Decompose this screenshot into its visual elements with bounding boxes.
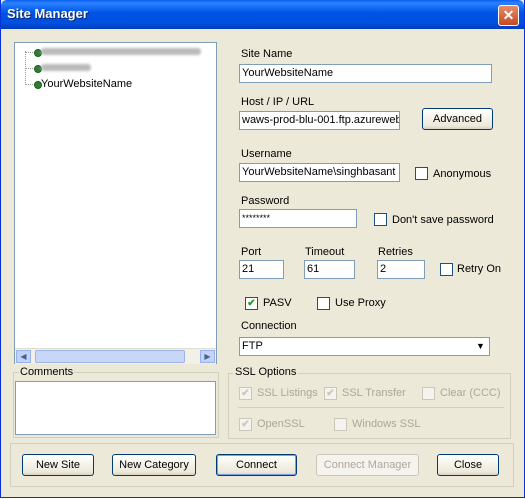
connect-manager-button[interactable]: Connect Manager <box>316 454 419 476</box>
pasv-checkbox[interactable]: ✔ <box>245 297 258 310</box>
site-name-input[interactable]: YourWebsiteName <box>239 64 492 83</box>
connection-select[interactable]: FTP ▼ <box>239 337 490 356</box>
timeout-input[interactable]: 61 <box>304 260 355 279</box>
new-site-button[interactable]: New Site <box>22 454 94 476</box>
scroll-right-button[interactable]: ▶ <box>200 350 215 363</box>
scroll-left-button[interactable]: ◀ <box>16 350 31 363</box>
close-icon: ✕ <box>502 7 515 23</box>
password-input[interactable]: ******** <box>239 209 357 228</box>
comments-label: Comments <box>19 366 75 378</box>
dont-save-password-checkbox[interactable] <box>374 213 387 226</box>
site-icon <box>34 81 42 89</box>
ssl-listings-label: SSL Listings <box>257 387 318 399</box>
checkmark-icon: ✔ <box>326 388 335 399</box>
chevron-down-icon[interactable]: ▼ <box>473 339 488 354</box>
host-input[interactable]: waws-prod-blu-001.ftp.azurewebsites.wind… <box>239 111 400 130</box>
tree-item-site-1[interactable] <box>34 46 201 60</box>
pasv-label: PASV <box>263 297 292 309</box>
retry-on-label: Retry On <box>457 263 502 275</box>
windows-ssl-checkbox[interactable] <box>334 418 347 431</box>
use-proxy-label: Use Proxy <box>335 297 386 309</box>
ssl-listings-checkbox[interactable]: ✔ <box>239 387 252 400</box>
dont-save-password-label: Don't save password <box>392 214 494 226</box>
advanced-button[interactable]: Advanced <box>422 108 493 130</box>
retries-label: Retries <box>378 246 413 258</box>
close-button[interactable]: Close <box>437 454 499 476</box>
ssl-divider <box>238 407 504 408</box>
tree-item-site-2[interactable] <box>34 62 91 76</box>
close-window-button[interactable]: ✕ <box>498 5 519 26</box>
windows-ssl-label: Windows SSL <box>352 418 421 430</box>
chevron-left-icon: ◀ <box>20 352 27 361</box>
connection-value: FTP <box>242 340 263 352</box>
clear-ccc-label: Clear (CCC) <box>440 387 501 399</box>
timeout-label: Timeout <box>305 246 345 258</box>
host-label: Host / IP / URL <box>241 96 315 108</box>
scroll-thumb[interactable] <box>35 350 185 363</box>
redacted-site-name <box>41 48 201 55</box>
openssl-label: OpenSSL <box>257 418 305 430</box>
username-label: Username <box>241 148 292 160</box>
redacted-site-name <box>41 64 91 71</box>
use-proxy-checkbox[interactable] <box>317 297 330 310</box>
checkmark-icon: ✔ <box>241 388 250 399</box>
checkmark-icon: ✔ <box>241 419 250 430</box>
chevron-right-icon: ▶ <box>204 352 211 361</box>
comments-textarea[interactable] <box>15 381 216 435</box>
ssl-transfer-checkbox[interactable]: ✔ <box>324 387 337 400</box>
connection-label: Connection <box>241 320 297 332</box>
anonymous-checkbox[interactable] <box>415 167 428 180</box>
site-manager-window: Site Manager ✕ YourWebsiteName ◀ ▶ Comme… <box>0 0 525 498</box>
ssl-options-label: SSL Options <box>233 366 299 378</box>
checkmark-icon: ✔ <box>247 298 256 309</box>
site-name-label: Site Name <box>241 48 293 60</box>
port-label: Port <box>241 246 262 258</box>
openssl-checkbox[interactable]: ✔ <box>239 418 252 431</box>
new-category-button[interactable]: New Category <box>112 454 196 476</box>
username-input[interactable]: YourWebsiteName\singhbasant <box>239 163 400 182</box>
title-bar[interactable]: Site Manager ✕ <box>1 0 524 29</box>
tree-item-site-3[interactable]: YourWebsiteName <box>34 78 133 92</box>
tree-horizontal-scrollbar[interactable]: ◀ ▶ <box>15 348 216 364</box>
retries-input[interactable]: 2 <box>377 260 425 279</box>
retry-on-checkbox[interactable] <box>440 263 453 276</box>
connect-button[interactable]: Connect <box>216 454 297 476</box>
ssl-transfer-label: SSL Transfer <box>342 387 406 399</box>
clear-ccc-checkbox[interactable] <box>422 387 435 400</box>
window-title: Site Manager <box>7 6 88 21</box>
site-tree[interactable]: YourWebsiteName <box>14 42 217 364</box>
password-label: Password <box>241 195 290 207</box>
tree-item-label: YourWebsiteName <box>41 78 133 90</box>
port-input[interactable]: 21 <box>239 260 284 279</box>
anonymous-label: Anonymous <box>433 168 492 180</box>
